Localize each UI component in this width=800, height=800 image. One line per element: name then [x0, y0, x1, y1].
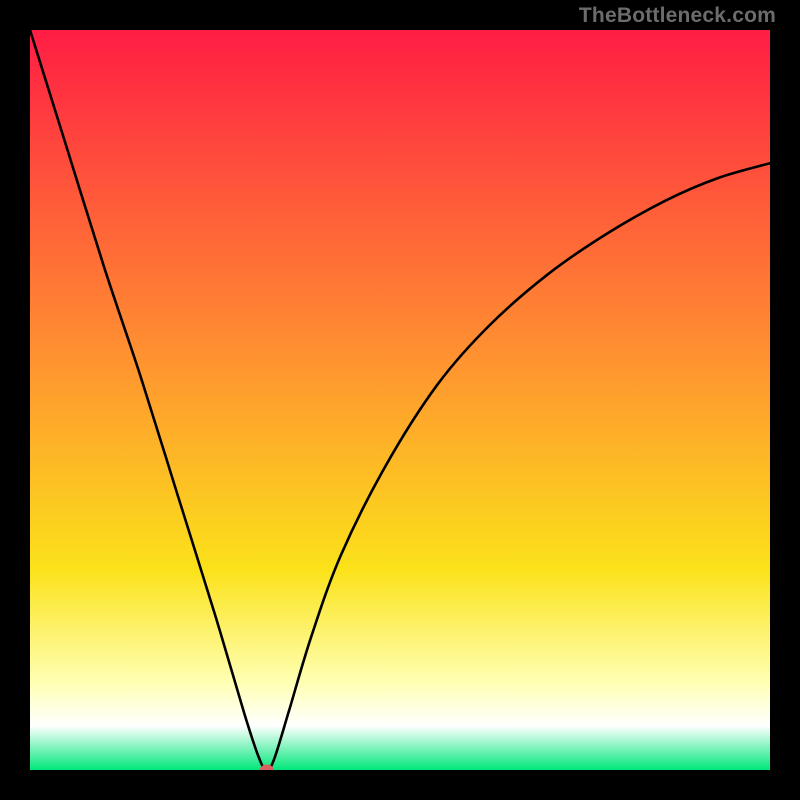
- attribution-text: TheBottleneck.com: [579, 4, 776, 28]
- bottleneck-plot: [30, 30, 770, 770]
- chart-frame: { "attribution": "TheBottleneck.com", "c…: [0, 0, 800, 800]
- gradient-background: [30, 30, 770, 770]
